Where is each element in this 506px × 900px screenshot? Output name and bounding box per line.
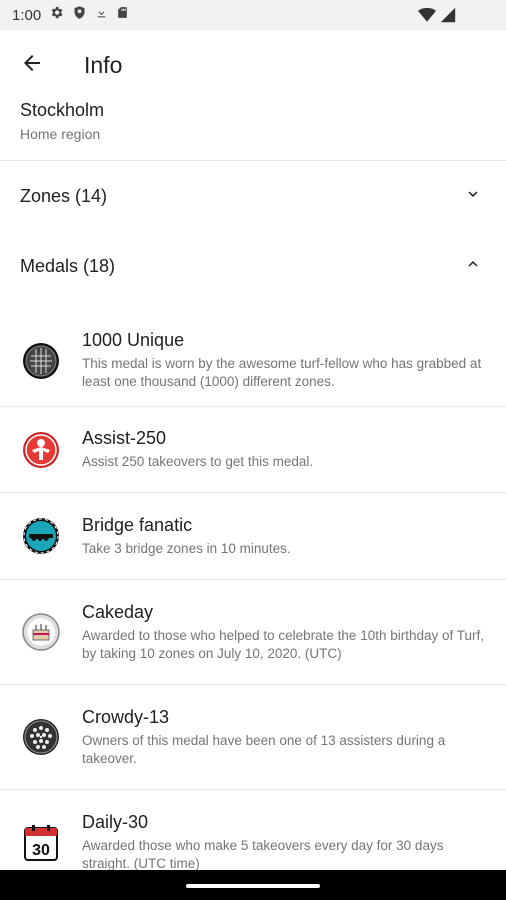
sd-card-icon	[116, 5, 129, 25]
medal-text: Crowdy-13 Owners of this medal have been…	[82, 707, 486, 768]
status-time: 1:00	[12, 6, 42, 24]
status-right	[418, 7, 456, 28]
medal-item[interactable]: Bridge fanatic Take 3 bridge zones in 10…	[0, 493, 506, 580]
wifi-icon	[418, 7, 436, 28]
medal-title: Daily-30	[82, 812, 149, 832]
medal-text: Bridge fanatic Take 3 bridge zones in 10…	[82, 515, 486, 558]
medal-text: Daily-30 Awarded those who make 5 takeov…	[82, 812, 486, 870]
medal-description: Assist 250 takeovers to get this medal.	[82, 454, 314, 469]
status-bar: 1:00	[0, 0, 506, 30]
medal-description: This medal is worn by the awesome turf-f…	[82, 356, 482, 389]
medals-section-header[interactable]: Medals (18)	[0, 231, 506, 301]
home-region: Stockholm Home region	[0, 100, 506, 161]
info-content[interactable]: Stockholm Home region Zones (14) Medals …	[0, 100, 506, 870]
medal-description: Awarded to those who helped to celebrate…	[82, 627, 485, 661]
region-name: Stockholm	[20, 100, 105, 120]
zones-section-header[interactable]: Zones (14)	[0, 161, 506, 231]
medal-description: Owners of this medal have been one of 13…	[82, 732, 446, 766]
page-title: Info	[84, 51, 123, 78]
bridge-medal-icon	[20, 515, 62, 557]
download-icon	[95, 5, 108, 25]
medal-title: Cakeday	[82, 601, 154, 622]
medals-label: Medals (18)	[20, 255, 116, 276]
medal-text: 1000 Unique This medal is worn by the aw…	[82, 330, 486, 391]
signal-icon	[440, 7, 456, 28]
crowdy-medal-icon	[20, 716, 62, 758]
medal-item[interactable]: 1000 Unique This medal is worn by the aw…	[0, 315, 506, 407]
back-button[interactable]	[0, 30, 64, 100]
medal-title: Assist-250	[82, 428, 167, 448]
unique-medal-icon	[20, 340, 62, 382]
gear-icon	[49, 5, 64, 25]
medal-item[interactable]: Cakeday Awarded to those who helped to c…	[0, 580, 506, 685]
home-handle[interactable]	[186, 884, 320, 888]
assist-medal-icon	[20, 429, 62, 471]
shield-icon	[72, 5, 87, 25]
zones-label: Zones (14)	[20, 185, 108, 206]
app-bar: Info	[0, 30, 506, 100]
navigation-bar	[0, 870, 506, 900]
calendar-number: 30	[32, 842, 50, 859]
arrow-left-icon	[20, 51, 44, 80]
chevron-down-icon	[464, 185, 482, 208]
medal-item[interactable]: Crowdy-13 Owners of this medal have been…	[0, 685, 506, 790]
medal-item[interactable]: 30 Daily-30 Awarded those who make 5 tak…	[0, 790, 506, 870]
medal-title: Crowdy-13	[82, 706, 170, 727]
medal-text: Cakeday Awarded to those who helped to c…	[82, 602, 486, 663]
medal-description: Awarded those who make 5 takeovers every…	[82, 838, 444, 870]
cake-medal-icon	[20, 611, 62, 653]
chevron-up-icon	[464, 255, 482, 278]
region-label: Home region	[20, 126, 101, 142]
medal-title: 1000 Unique	[82, 330, 185, 350]
medal-description: Take 3 bridge zones in 10 minutes.	[82, 540, 291, 556]
status-icons	[49, 5, 129, 25]
medal-title: Bridge fanatic	[82, 514, 193, 535]
medal-text: Assist-250 Assist 250 takeovers to get t…	[82, 428, 486, 471]
calendar-30-medal-icon: 30	[20, 822, 62, 864]
medal-item[interactable]: Assist-250 Assist 250 takeovers to get t…	[0, 407, 506, 493]
